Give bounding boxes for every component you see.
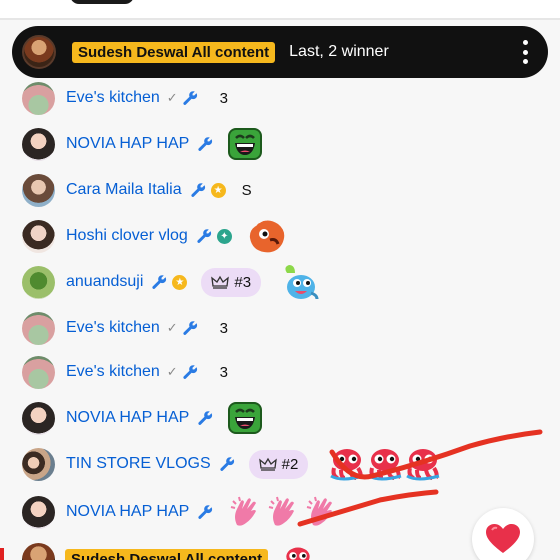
message-text: 3 <box>219 363 229 381</box>
author-name[interactable]: Eve's kitchen <box>66 363 160 381</box>
message-text: 3 <box>219 89 229 107</box>
blue-dancing-emote <box>285 265 319 300</box>
wrench-icon <box>190 183 205 197</box>
red-octopus-emote <box>286 547 310 560</box>
author-name[interactable]: Eve's kitchen <box>66 89 160 107</box>
green-laughing-face-emote <box>228 128 263 160</box>
check-icon: ✓ <box>166 364 178 379</box>
chat-message[interactable]: Eve's kitchen ✓ 3 <box>22 352 228 392</box>
pinned-text: Last, 2 winner <box>289 43 389 60</box>
avatar <box>22 219 55 253</box>
avatar <box>22 127 55 161</box>
author-name[interactable]: Hoshi clover vlog <box>66 227 188 245</box>
red-octopus-emote <box>330 449 364 481</box>
author-name[interactable]: anuandsuji <box>66 273 143 291</box>
avatar <box>22 81 55 115</box>
clapping-hands-emote <box>269 496 295 526</box>
chat-message[interactable]: NOVIA HAP HAP <box>22 124 263 164</box>
check-icon: ✓ <box>166 320 178 335</box>
chat-message[interactable]: anuandsuji ★ #3 <box>22 262 319 302</box>
avatar <box>22 311 55 345</box>
avatar <box>22 265 55 299</box>
teal-member-badge-icon: ✦ <box>216 228 232 244</box>
top-pill <box>70 0 134 4</box>
author-badge: Sudesh Deswal All content <box>65 549 269 560</box>
heart-reaction-button[interactable] <box>472 508 534 560</box>
avatar <box>22 173 55 207</box>
pinned-message[interactable]: Sudesh Deswal All content Last, 2 winner <box>12 26 548 78</box>
clapping-hands-emote <box>307 496 333 526</box>
gold-member-badge-icon: ★ <box>172 274 188 290</box>
wrench-icon <box>183 321 197 335</box>
chat-message[interactable]: Hoshi clover vlog ✦ <box>22 216 288 256</box>
red-octopus-emote <box>368 449 402 481</box>
top-strip <box>0 0 560 20</box>
avatar <box>22 543 55 560</box>
crown-icon <box>258 457 277 471</box>
wrench-icon <box>219 457 234 471</box>
message-text: S <box>241 181 252 199</box>
chat-message[interactable]: NOVIA HAP HAP <box>22 492 339 532</box>
rank-badge: #2 <box>248 449 309 479</box>
chat-message[interactable]: NOVIA HAP HAP <box>22 398 263 438</box>
red-octopus-emote <box>406 449 440 481</box>
avatar <box>22 447 55 481</box>
rank-badge: #3 <box>201 267 262 297</box>
new-message-indicator <box>0 548 4 560</box>
chat-message[interactable]: Cara Maila Italia ★ S <box>22 170 252 210</box>
chat-message[interactable]: Eve's kitchen ✓ 3 <box>22 308 228 348</box>
wrench-icon <box>152 275 167 289</box>
wrench-icon <box>198 137 213 151</box>
green-laughing-face-emote <box>228 402 263 434</box>
emote-group <box>229 495 339 529</box>
author-name[interactable]: Eve's kitchen <box>66 319 160 337</box>
rank-label: #2 <box>281 455 299 473</box>
heart-icon <box>486 524 520 553</box>
emote-group <box>328 446 442 482</box>
gold-member-badge-icon: ★ <box>210 182 226 198</box>
chat-message[interactable]: TIN STORE VLOGS #2 <box>22 444 442 484</box>
wrench-icon <box>198 411 213 425</box>
author-name[interactable]: TIN STORE VLOGS <box>66 455 211 473</box>
avatar <box>22 401 55 435</box>
avatar <box>22 495 55 529</box>
message-text: 3 <box>219 319 229 337</box>
wrench-icon <box>183 91 197 105</box>
author-name[interactable]: NOVIA HAP HAP <box>66 503 189 521</box>
clapping-hands-emote <box>231 496 257 526</box>
avatar <box>22 355 55 389</box>
check-icon: ✓ <box>166 90 178 105</box>
divider <box>0 18 560 20</box>
crown-icon <box>211 275 230 289</box>
chat-message-partial[interactable]: Sudesh Deswal All content <box>22 543 316 560</box>
orange-blob-emote <box>249 220 285 253</box>
wrench-icon <box>183 365 197 379</box>
wrench-icon <box>197 229 211 243</box>
chat-message[interactable]: Eve's kitchen ✓ 3 <box>22 78 228 118</box>
author-name[interactable]: NOVIA HAP HAP <box>66 135 189 153</box>
rank-label: #3 <box>234 273 252 291</box>
author-name[interactable]: NOVIA HAP HAP <box>66 409 189 427</box>
wrench-icon <box>198 505 213 519</box>
kebab-menu-icon[interactable] <box>522 40 528 64</box>
author-name[interactable]: Cara Maila Italia <box>66 181 182 199</box>
pinned-author-badge: Sudesh Deswal All content <box>72 41 276 63</box>
avatar <box>22 35 56 69</box>
